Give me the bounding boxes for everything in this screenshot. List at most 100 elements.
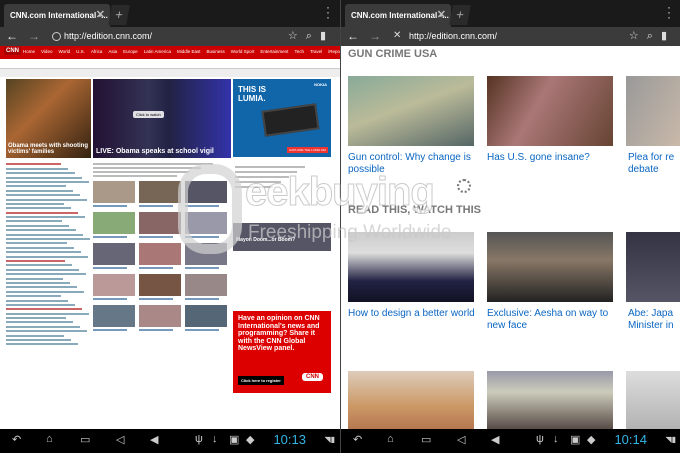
volume-up-icon[interactable]: ◀: [150, 433, 158, 446]
menu-icon[interactable]: · · ·: [667, 1, 671, 23]
thumb-item[interactable]: [139, 305, 181, 331]
browser-tab[interactable]: CNN.com International -... ✕: [4, 4, 110, 27]
play-button[interactable]: Click to watch: [133, 111, 164, 118]
headline-line: [6, 172, 75, 175]
card-image[interactable]: [626, 232, 680, 302]
thumb-item[interactable]: [185, 305, 227, 331]
card-image[interactable]: [626, 76, 680, 146]
recents-icon[interactable]: ▭: [80, 433, 90, 446]
card-image[interactable]: [348, 232, 474, 302]
cnn-nav-item[interactable]: Tech: [294, 49, 304, 54]
headline-line: [6, 343, 78, 346]
bookmark-icon[interactable]: ▮: [320, 30, 334, 42]
thumb-item[interactable]: [185, 274, 227, 300]
cnn-panel-ad[interactable]: Have an opinion on CNN International's n…: [233, 311, 331, 393]
headline-line: [6, 220, 62, 223]
search-icon[interactable]: ⌕: [306, 30, 320, 42]
thumb-item[interactable]: [185, 212, 227, 238]
thumb-item[interactable]: [93, 274, 135, 300]
cnn-nav-item[interactable]: Business: [206, 49, 224, 54]
card-image[interactable]: [348, 371, 474, 429]
thumb-caption-line: [139, 298, 173, 300]
home-icon[interactable]: ⌂: [46, 433, 53, 445]
stop-icon[interactable]: ✕: [393, 30, 401, 41]
cnn-nav-item[interactable]: Home: [23, 49, 35, 54]
card-title[interactable]: Exclusive: Aesha on way to new face: [487, 308, 619, 332]
thumb-item[interactable]: [93, 243, 135, 269]
new-tab-button[interactable]: +: [449, 5, 471, 25]
volume-down-icon[interactable]: ◁: [116, 433, 124, 446]
back-nav-icon[interactable]: ↶: [353, 433, 362, 446]
forward-icon[interactable]: →: [28, 29, 40, 43]
cnn-nav-item[interactable]: Video: [41, 49, 52, 54]
thumb-caption-line: [139, 329, 173, 331]
cnn-nav-item[interactable]: Travel: [310, 49, 322, 54]
card-title[interactable]: Plea for re debate: [628, 152, 680, 176]
card-title[interactable]: Abe: Japa Minister in: [628, 308, 680, 332]
cnn-logo[interactable]: CNN: [4, 47, 21, 55]
thumb-item[interactable]: [93, 212, 135, 238]
back-icon[interactable]: ←: [347, 29, 359, 43]
back-nav-icon[interactable]: ↶: [12, 433, 21, 446]
cnn-nav-item[interactable]: Middle East: [177, 49, 201, 54]
nokia-cta[interactable]: EXPLORE THE LUMIA 920: [287, 147, 328, 153]
cnn-nav-item[interactable]: Entertainment: [260, 49, 288, 54]
thumb-caption-line: [185, 329, 219, 331]
register-button[interactable]: Click here to register: [238, 376, 284, 385]
cnn-nav-item[interactable]: U.S.: [76, 49, 85, 54]
volume-up-icon[interactable]: ◀: [491, 433, 499, 446]
star-icon[interactable]: ☆: [629, 30, 647, 42]
thumb-caption-line: [139, 236, 173, 238]
cnn-nav-item[interactable]: Africa: [91, 49, 103, 54]
recents-icon[interactable]: ▭: [421, 433, 431, 446]
card-image[interactable]: [487, 232, 613, 302]
card-image[interactable]: [348, 76, 474, 146]
follow-line: [235, 166, 305, 168]
cnn-nav-item[interactable]: Europe: [123, 49, 138, 54]
headline-line: [6, 255, 88, 258]
thumb-item[interactable]: [93, 181, 135, 207]
back-icon[interactable]: ←: [6, 29, 18, 43]
browser-tab[interactable]: CNN.com International -... ✕: [345, 4, 451, 27]
card-image[interactable]: [487, 76, 613, 146]
address-field[interactable]: http://edition.cnn.com/: [49, 29, 286, 44]
thumb-item[interactable]: [139, 181, 181, 207]
new-tab-button[interactable]: +: [108, 5, 130, 25]
url-text: http://edition.cnn.com/: [409, 31, 498, 41]
mayon-video[interactable]: Mayon Doom...or Boom?: [233, 223, 331, 251]
card-image[interactable]: [626, 371, 680, 429]
card-title[interactable]: Gun control: Why change is possible: [348, 152, 480, 176]
home-icon[interactable]: ⌂: [387, 433, 394, 445]
thumb-item[interactable]: [93, 305, 135, 331]
star-icon[interactable]: ☆: [288, 30, 306, 42]
cnn-nav-item[interactable]: Asia: [108, 49, 117, 54]
card-image[interactable]: [487, 371, 613, 429]
thumb-image: [139, 181, 181, 203]
forward-icon[interactable]: →: [369, 29, 381, 43]
wifi-battery-icon: ◥▮: [324, 435, 335, 444]
card-title[interactable]: Has U.S. gone insane?: [487, 152, 619, 164]
hero-main-story[interactable]: Click to watch LIVE: Obama speaks at sch…: [93, 79, 231, 158]
close-icon[interactable]: ✕: [96, 8, 105, 21]
thumb-item[interactable]: [139, 212, 181, 238]
bookmark-icon[interactable]: ▮: [661, 30, 675, 42]
card-title[interactable]: How to design a better world: [348, 308, 480, 320]
cnn-nav-item[interactable]: World: [58, 49, 70, 54]
thumb-item[interactable]: [185, 181, 227, 207]
thumb-item[interactable]: [139, 243, 181, 269]
hero-left-story[interactable]: Obama meets with shooting victims' famil…: [6, 79, 91, 158]
cnn-nav-item[interactable]: World Sport: [231, 49, 255, 54]
address-field[interactable]: ✕ http://edition.cnn.com/: [390, 29, 627, 44]
close-icon[interactable]: ✕: [437, 8, 446, 21]
cnn-nav-item[interactable]: iReport: [328, 49, 340, 54]
menu-icon[interactable]: · · ·: [326, 1, 330, 23]
thumb-item[interactable]: [139, 274, 181, 300]
nokia-ad[interactable]: NOKIA THIS IS LUMIA. EXPLORE THE LUMIA 92…: [233, 79, 331, 157]
thumb-item[interactable]: [185, 243, 227, 269]
cnn-nav-item[interactable]: Latin America: [144, 49, 171, 54]
volume-down-icon[interactable]: ◁: [457, 433, 465, 446]
headline-line: [6, 185, 66, 188]
search-icon[interactable]: ⌕: [647, 30, 661, 42]
thumb-caption-line: [185, 267, 219, 269]
thumb-grid: [93, 181, 231, 331]
